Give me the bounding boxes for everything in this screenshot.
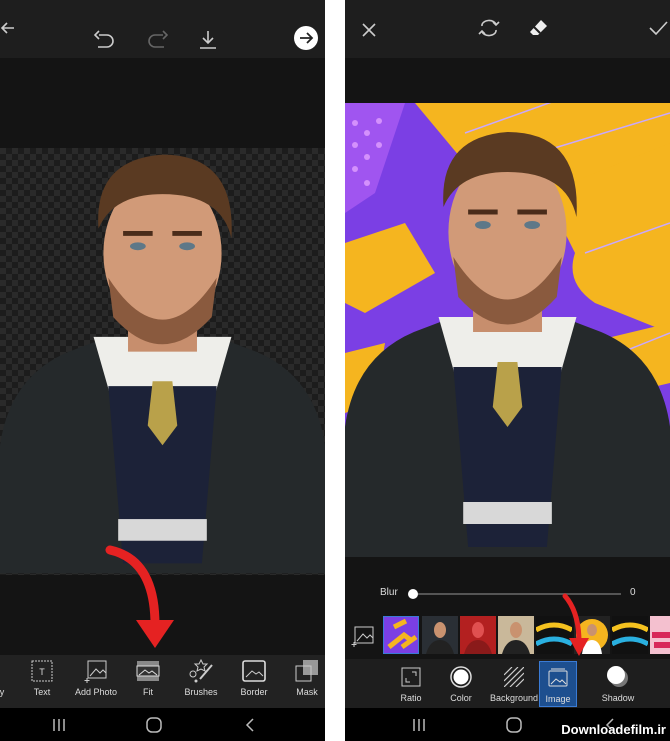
tool-label: Mask: [296, 687, 318, 697]
tool-shadow[interactable]: Shadow: [590, 661, 646, 707]
text-icon: T: [31, 660, 53, 682]
background-thumbnail-selected[interactable]: [383, 616, 419, 654]
watermark: Downloadefilm.ir: [561, 722, 666, 737]
background-thumbnail[interactable]: [460, 616, 496, 654]
add-photo-icon: [84, 660, 107, 683]
background-thumbnail[interactable]: [498, 616, 534, 654]
android-nav-bar: Downloadefilm.ir: [345, 708, 670, 741]
blur-label: Blur: [380, 587, 398, 598]
add-background-image-icon[interactable]: [351, 625, 375, 647]
left-phone-screen: y T Text Add Photo Fit Brushes Border Mas…: [0, 0, 325, 741]
tool-image[interactable]: Image: [539, 661, 577, 707]
background-image: [345, 103, 670, 557]
fit-icon: [136, 661, 160, 681]
android-nav-bar: [0, 708, 325, 741]
eraser-icon[interactable]: [527, 16, 551, 40]
ratio-icon: [401, 667, 421, 687]
tool-text[interactable]: T Text: [12, 659, 72, 697]
red-arrow-annotation: [105, 545, 174, 648]
blur-slider-row: Blur 0: [345, 586, 670, 602]
back-arrow-icon[interactable]: [0, 18, 14, 38]
tool-label: Ratio: [400, 693, 422, 703]
home-icon[interactable]: [145, 716, 163, 734]
tool-ratio[interactable]: Ratio: [383, 661, 439, 707]
mask-icon: [295, 660, 318, 682]
background-thumbnail[interactable]: [422, 616, 458, 654]
cutout-person-photo: [0, 148, 325, 575]
tool-border[interactable]: Border: [224, 659, 284, 697]
back-icon[interactable]: [243, 717, 257, 733]
border-icon: [242, 660, 266, 682]
tool-add-photo[interactable]: Add Photo: [66, 659, 126, 697]
tool-label: Text: [33, 687, 51, 697]
download-icon[interactable]: [196, 28, 220, 52]
editor-toolbar: y T Text Add Photo Fit Brushes Border Mas…: [0, 655, 325, 708]
close-icon[interactable]: [359, 20, 379, 40]
tool-color[interactable]: Color: [433, 661, 489, 707]
top-bar: [0, 0, 325, 58]
tool-label: Background: [489, 693, 539, 703]
home-icon[interactable]: [505, 716, 523, 734]
photo-canvas[interactable]: [0, 148, 325, 575]
blur-slider-thumb[interactable]: [408, 589, 418, 599]
tool-label: Shadow: [601, 693, 635, 703]
tool-label: Border: [240, 687, 268, 697]
tool-label: Brushes: [184, 687, 218, 697]
tool-fit[interactable]: Fit: [118, 659, 178, 697]
background-tools-bar: Ratio Color Background Image Shadow: [345, 659, 670, 708]
recent-apps-icon[interactable]: [412, 717, 426, 733]
undo-icon[interactable]: [92, 28, 116, 52]
background-icon: [504, 667, 524, 687]
top-bar: [345, 0, 670, 58]
tool-brushes[interactable]: Brushes: [171, 659, 231, 697]
red-arrow-annotation: [562, 593, 589, 656]
tool-background[interactable]: Background: [486, 661, 542, 707]
image-icon: [548, 668, 568, 687]
color-icon: [450, 666, 472, 688]
photo-canvas[interactable]: [345, 103, 670, 557]
blur-value: 0: [630, 587, 636, 598]
brushes-icon: [189, 659, 213, 683]
tool-label: y: [0, 687, 5, 697]
tool-label: Image: [545, 694, 571, 704]
apply-check-icon[interactable]: [647, 16, 669, 40]
tool-label: Color: [450, 693, 472, 703]
swap-icon[interactable]: [477, 16, 501, 40]
background-thumbnail[interactable]: [612, 616, 648, 654]
background-thumbnail[interactable]: [650, 616, 670, 654]
svg-text:T: T: [39, 667, 45, 677]
tool-mask[interactable]: Mask: [277, 659, 325, 697]
redo-icon[interactable]: [146, 28, 170, 52]
tool-label: Add Photo: [74, 687, 118, 697]
recent-apps-icon[interactable]: [52, 717, 66, 733]
right-phone-screen: Blur 0 Ratio Color Background Image Shad…: [345, 0, 670, 741]
shadow-icon: [607, 666, 628, 687]
tool-label: Fit: [143, 687, 153, 697]
next-arrow-icon[interactable]: [294, 26, 318, 50]
